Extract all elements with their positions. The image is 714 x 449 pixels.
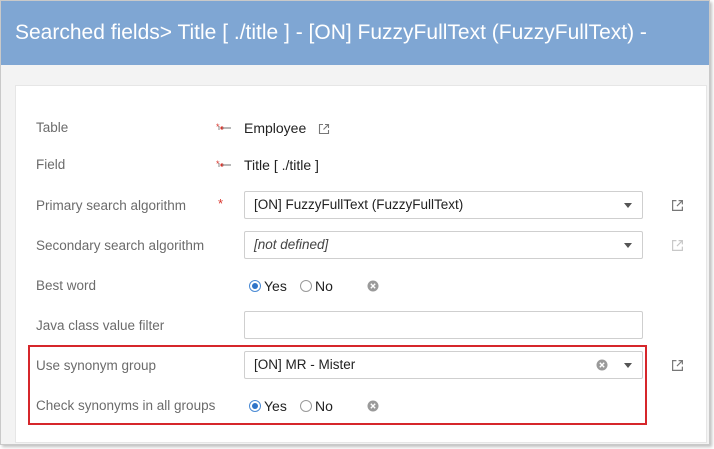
synonym-group-select[interactable]: [ON] MR - Mister — [244, 351, 643, 379]
external-link-icon[interactable] — [318, 123, 330, 135]
clear-circle-icon[interactable] — [367, 400, 379, 412]
check-all-groups-no-label[interactable]: No — [315, 390, 333, 422]
required-mark: * — [218, 196, 224, 211]
row-field: Field * Title [ ./title ] — [16, 149, 706, 181]
external-link-icon — [672, 240, 683, 251]
primary-algorithm-select[interactable]: [ON] FuzzyFullText (FuzzyFullText) — [244, 191, 643, 219]
primary-algorithm-label: Primary search algorithm — [36, 198, 187, 213]
row-table: Table * Employee — [16, 112, 706, 144]
table-label: Table — [36, 120, 69, 135]
best-word-label: Best word — [36, 278, 97, 293]
synonym-group-value: [ON] MR - Mister — [254, 357, 356, 372]
check-all-groups-label: Check synonyms in all groups — [36, 398, 216, 413]
row-primary-algorithm: Primary search algorithm * [ON] FuzzyFul… — [16, 190, 706, 222]
primary-algorithm-value: [ON] FuzzyFullText (FuzzyFullText) — [254, 197, 464, 212]
external-link-icon[interactable] — [671, 199, 684, 212]
best-word-yes-label[interactable]: Yes — [264, 270, 287, 302]
check-all-groups-no-radio[interactable] — [300, 400, 312, 412]
row-best-word: Best word Yes No — [16, 270, 706, 302]
check-all-groups-yes-label[interactable]: Yes — [264, 390, 287, 422]
external-link-icon[interactable] — [671, 359, 684, 372]
best-word-no-radio[interactable] — [300, 280, 312, 292]
synonym-group-label: Use synonym group — [36, 358, 157, 373]
window-title: Searched fields> Title [ ./title ] - [ON… — [1, 1, 709, 65]
table-name[interactable]: Employee — [244, 120, 306, 136]
field-label: Field — [36, 157, 66, 172]
row-check-all-groups: Check synonyms in all groups Yes No — [16, 390, 706, 422]
caret-down-icon[interactable] — [624, 243, 632, 248]
check-all-groups-yes-radio[interactable] — [249, 400, 261, 412]
secondary-algorithm-value: [not defined] — [254, 237, 329, 252]
link-arrow-icon: * — [216, 122, 231, 132]
clear-circle-icon[interactable] — [367, 280, 379, 292]
caret-down-icon[interactable] — [624, 203, 632, 208]
table-value: Employee — [244, 112, 330, 144]
secondary-algorithm-label: Secondary search algorithm — [36, 238, 205, 253]
row-java-filter: Java class value filter — [16, 310, 706, 342]
row-synonym-group: Use synonym group [ON] MR - Mister — [16, 350, 706, 382]
caret-down-icon[interactable] — [624, 363, 632, 368]
java-filter-input[interactable] — [244, 311, 643, 339]
best-word-no-label[interactable]: No — [315, 270, 333, 302]
row-secondary-algorithm: Secondary search algorithm [not defined] — [16, 230, 706, 262]
form-panel: Table * Employee Field * Title [./title… — [15, 85, 707, 443]
clear-circle-icon[interactable] — [596, 359, 608, 371]
best-word-yes-radio[interactable] — [249, 280, 261, 292]
link-arrow-icon: * — [216, 159, 231, 169]
secondary-algorithm-select[interactable]: [not defined] — [244, 231, 643, 259]
java-filter-label: Java class value filter — [36, 318, 165, 333]
dialog-window: Searched fields> Title [ ./title ] - [ON… — [0, 0, 710, 445]
field-value: Title [ ./title ] — [244, 157, 319, 173]
